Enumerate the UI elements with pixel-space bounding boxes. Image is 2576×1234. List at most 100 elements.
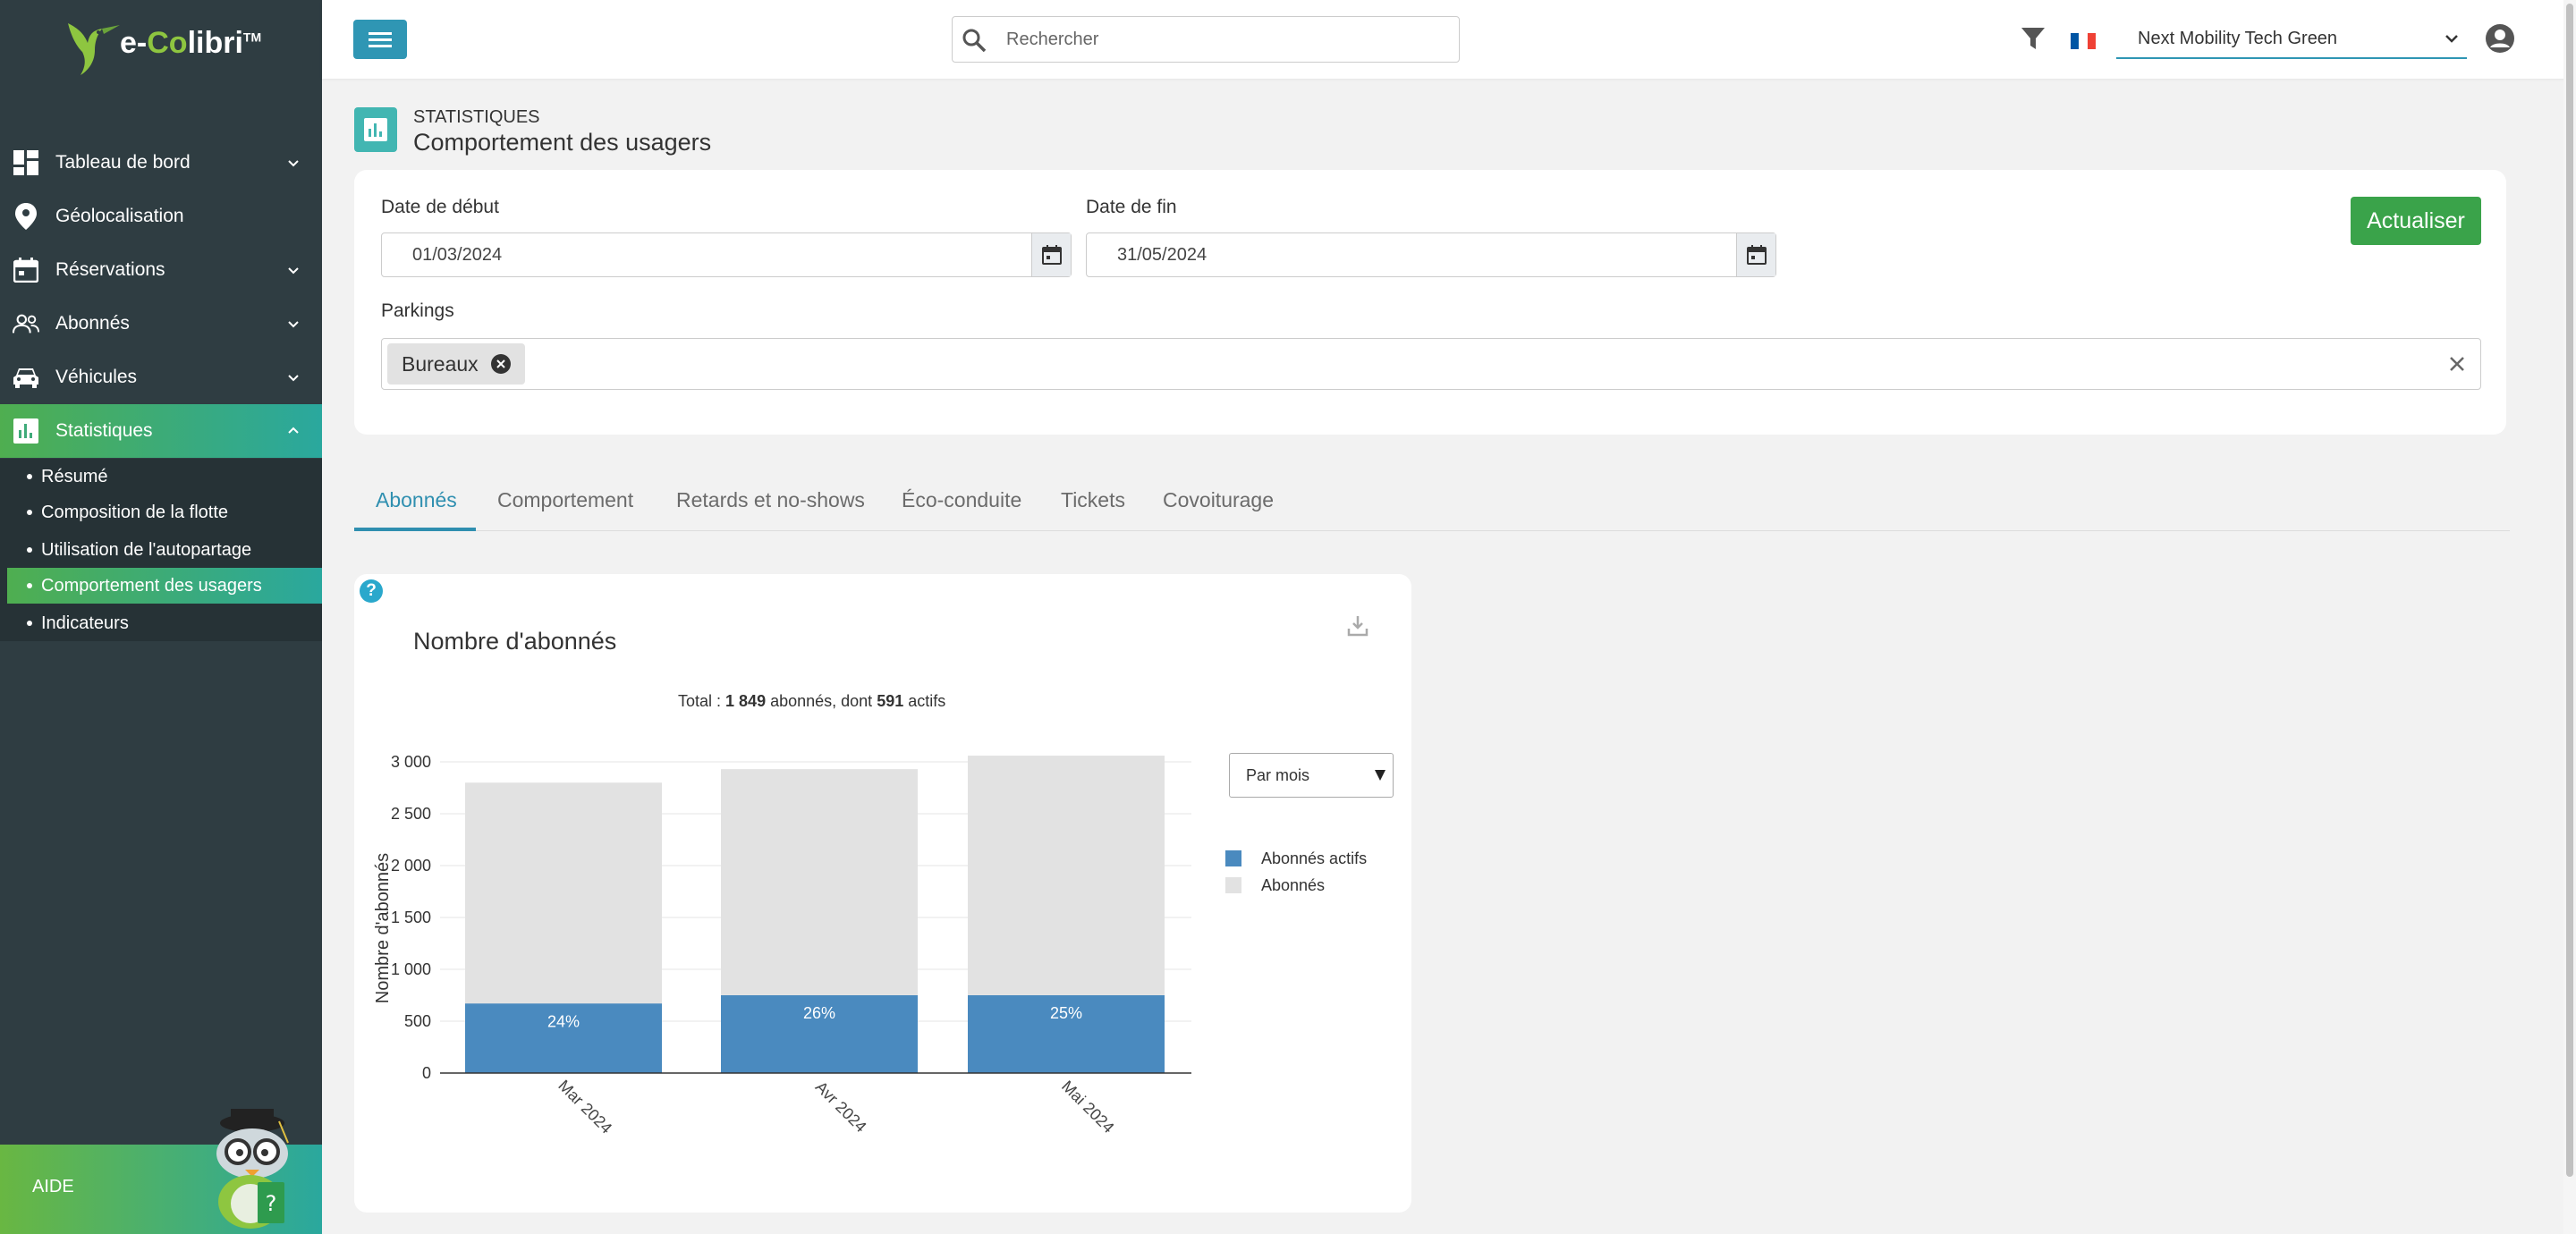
x-tick-label: Mar 2024 [555, 1077, 615, 1137]
organization-select[interactable]: Next Mobility Tech Green [2116, 18, 2467, 59]
legend-label: Abonnés [1261, 875, 1326, 894]
legend-item-subscribers[interactable]: Abonnés [1225, 875, 1325, 896]
bar-data-label: 25% [1050, 1004, 1082, 1022]
flag-stripe [2071, 33, 2080, 49]
submenu-item-label: Résumé [41, 466, 108, 486]
sidebar-item-label: Abonnés [55, 313, 130, 334]
help-icon[interactable]: ? [360, 579, 383, 603]
chevron-up-icon [288, 427, 299, 434]
page-title: Comportement des usagers [413, 129, 712, 156]
flag-stripe [2079, 33, 2088, 49]
chart-title: Nombre d'abonnés [413, 628, 617, 655]
sidebar-item-label: Géolocalisation [55, 206, 184, 226]
sidebar-item-vehicles[interactable]: Véhicules [0, 351, 322, 404]
parking-chip: Bureaux [387, 343, 525, 385]
x-tick-label: Mai 2024 [1058, 1078, 1118, 1137]
mascot-icon[interactable]: ? [204, 1096, 309, 1230]
submenu-item-indicators[interactable]: Indicateurs [7, 605, 322, 641]
chevron-down-icon [288, 375, 299, 382]
parkings-multiselect[interactable]: Bureaux [381, 338, 2481, 390]
submenu-item-label: Indicateurs [41, 613, 129, 633]
statistics-page-icon [354, 107, 397, 152]
legend-swatch [1225, 850, 1241, 866]
remove-chip-icon[interactable] [490, 354, 511, 374]
period-select[interactable]: Par mois [1229, 753, 1394, 798]
start-date-label: Date de début [381, 197, 499, 217]
sidebar-item-geolocation[interactable]: Géolocalisation [0, 190, 322, 243]
sidebar-item-dashboard[interactable]: Tableau de bord [0, 136, 322, 190]
sidebar-item-label: Statistiques [55, 420, 153, 441]
tab-delays-no-shows[interactable]: Retards et no-shows [676, 488, 865, 512]
page-scrollbar[interactable] [2563, 0, 2576, 1234]
submenu-item-summary[interactable]: Résumé [7, 459, 322, 494]
submenu-item-label: Utilisation de l'autopartage [41, 539, 252, 560]
bar-data-label: 24% [547, 1012, 580, 1030]
tab-behavior[interactable]: Comportement [497, 488, 633, 512]
calendar-icon[interactable] [1736, 233, 1775, 276]
active-tab-indicator [354, 528, 476, 531]
chevron-down-icon [288, 160, 299, 167]
tab-tickets[interactable]: Tickets [1061, 488, 1125, 512]
y-tick-label: 2 500 [391, 805, 431, 823]
legend-item-active[interactable]: Abonnés actifs [1225, 848, 1367, 869]
total-subscribers: 1 849 [725, 692, 767, 710]
bullet-icon [27, 621, 32, 626]
parking-chip-label: Bureaux [402, 351, 479, 376]
total-active: 591 [877, 692, 904, 710]
submenu-item-fleet-composition[interactable]: Composition de la flotte [7, 494, 322, 530]
submenu-item-user-behavior[interactable]: Comportement des usagers [7, 568, 322, 604]
caret-down-icon [1375, 770, 1385, 781]
subscribers-chart-card: 0 500 1 000 1 500 2 000 2 500 3 000 Nombre d'ab… [354, 574, 1411, 1213]
x-tick-label: Avr 2024 [812, 1078, 870, 1136]
total-suffix: actifs [903, 692, 946, 710]
app-logo[interactable]: e-ColibriTM [63, 16, 261, 79]
search-icon [962, 29, 987, 53]
hummingbird-logo-icon [68, 23, 120, 75]
bullet-icon [27, 510, 32, 515]
svg-text:?: ? [266, 1191, 277, 1216]
chevron-down-icon [288, 267, 299, 275]
total-middle: abonnés, dont [766, 692, 877, 710]
tabs-bar: Abonnés Comportement Retards et no-shows… [354, 476, 2510, 531]
y-tick-label: 0 [422, 1064, 431, 1082]
scrollbar-thumb[interactable] [2566, 4, 2573, 1177]
legend-label: Abonnés actifs [1261, 849, 1368, 867]
search-input[interactable] [1006, 26, 1445, 53]
menu-toggle-button[interactable] [353, 20, 407, 59]
chart-total-summary: Total : 1 849 abonnés, dont 591 actifs [678, 692, 945, 711]
sidebar-item-subscribers[interactable]: Abonnés [0, 297, 322, 351]
car-icon [13, 364, 39, 391]
tab-subscribers[interactable]: Abonnés [376, 488, 457, 512]
tab-carpooling[interactable]: Covoiturage [1163, 488, 1274, 512]
y-tick-label: 1 000 [391, 960, 431, 978]
search-box[interactable] [952, 16, 1460, 63]
filter-icon[interactable] [2020, 25, 2046, 52]
account-icon[interactable] [2485, 23, 2515, 54]
refresh-button[interactable]: Actualiser [2351, 197, 2481, 245]
sidebar-item-statistics[interactable]: Statistiques [0, 404, 322, 458]
download-icon[interactable] [1345, 613, 1370, 638]
clear-selection-icon[interactable] [2446, 353, 2468, 375]
legend-swatch [1225, 877, 1241, 893]
sidebar: e-ColibriTM Tableau de bord Géolocalisat… [0, 0, 322, 1234]
chevron-down-icon [2445, 35, 2458, 43]
submenu-item-carsharing-usage[interactable]: Utilisation de l'autopartage [7, 532, 322, 568]
flag-stripe [2087, 33, 2096, 49]
end-date-value: 31/05/2024 [1117, 245, 1208, 265]
french-flag-icon[interactable] [2071, 33, 2096, 49]
calendar-icon[interactable] [1031, 233, 1071, 276]
start-date-field[interactable]: 01/03/2024 [381, 232, 1072, 277]
bullet-icon [27, 547, 32, 553]
dashboard-icon [13, 149, 39, 176]
submenu-item-label: Composition de la flotte [41, 502, 229, 522]
y-tick-label: 3 000 [391, 753, 431, 771]
sidebar-item-reservations[interactable]: Réservations [0, 243, 322, 297]
organization-value: Next Mobility Tech Green [2138, 29, 2338, 48]
statistics-submenu: Résumé Composition de la flotte Utilisat… [0, 459, 322, 641]
period-select-value: Par mois [1246, 766, 1310, 784]
y-tick-label: 2 000 [391, 857, 431, 875]
start-date-value: 01/03/2024 [412, 245, 503, 265]
map-pin-icon [13, 203, 39, 230]
tab-eco-driving[interactable]: Éco-conduite [902, 488, 1021, 512]
end-date-field[interactable]: 31/05/2024 [1086, 232, 1776, 277]
